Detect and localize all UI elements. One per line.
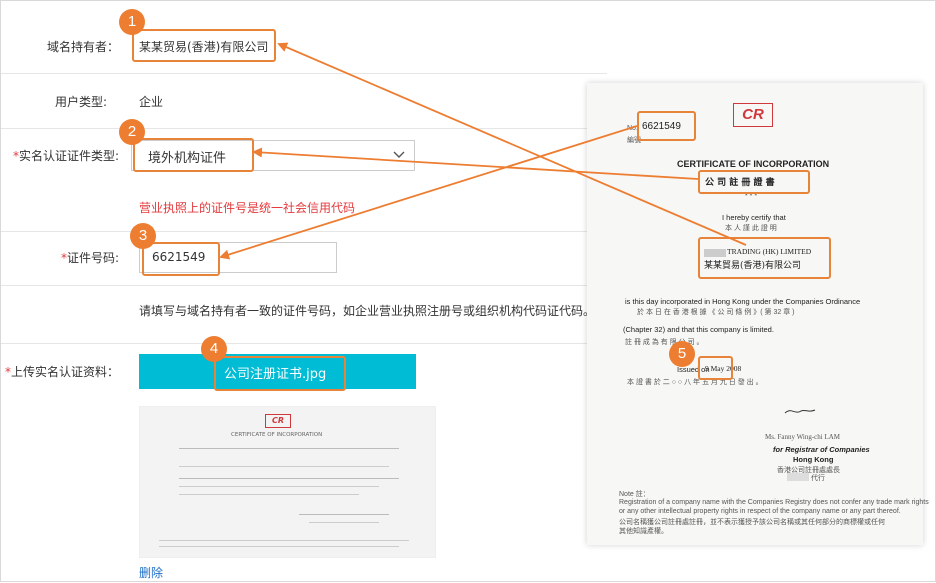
thumb-line: [179, 494, 359, 495]
cert-no-label-text: 证件号码:: [66, 251, 119, 265]
domain-realname-form: 域名持有者： 某某贸易(香港)有限公司 用户类型: 企业 *实名认证证件类型: …: [0, 0, 936, 582]
thumb-line: [309, 522, 379, 523]
highlight-cert-number: [637, 111, 696, 141]
cert-signer: Ms. Fanny Wing-chi LAM: [765, 433, 841, 441]
cert-note-en1: Registration of a company name with the …: [619, 499, 929, 506]
signature-icon: [784, 409, 816, 414]
cert-registrar-place: Hong Kong: [793, 455, 834, 464]
cert-line2-en: (Chapter 32) and that this company is li…: [623, 325, 774, 334]
redacted-block: [787, 473, 809, 481]
cert-certify-cn: 本 人 謹 此 證 明: [725, 225, 777, 232]
highlight-cert-company: [698, 237, 831, 279]
user-type-value: 企业: [139, 95, 164, 109]
cert-issued-cn: 本 證 書 於 二 ○ ○ 八 年 五 月 九 日 發 出 。: [627, 379, 763, 386]
badge-2: 2: [119, 119, 145, 145]
cert-type-label-text: 实名认证证件类型:: [18, 149, 119, 163]
highlight-upload-file: [214, 356, 346, 391]
row-divider: [1, 343, 607, 344]
row-divider: [1, 128, 607, 129]
cert-certify-en: I hereby certify that: [722, 213, 786, 222]
highlight-cert-title-cn: [698, 170, 810, 194]
thumb-title: CERTIFICATE OF INCORPORATION: [231, 432, 323, 438]
row-divider: [1, 285, 607, 286]
thumb-line: [179, 448, 399, 449]
cr-logo: CR: [733, 103, 773, 127]
highlight-cert-date: [698, 356, 733, 380]
badge-4: 4: [201, 336, 227, 362]
holder-label: 域名持有者：: [46, 40, 119, 54]
cert-registrar-en: for Registrar of Companies: [773, 445, 870, 454]
cert-no-hint: 请填写与域名持有者一致的证件号码，如企业营业执照注册号或组织机构代码证代码。: [139, 304, 596, 318]
upload-label-text: 上传实名认证资料：: [10, 365, 119, 379]
highlight-cert-type: [133, 138, 254, 172]
row-divider: [1, 231, 607, 232]
thumb-line: [159, 540, 409, 541]
highlight-cert-no: [142, 242, 220, 276]
certificate-image: CR No. 編號 6621549 CERTIFICATE OF INCORPO…: [587, 83, 929, 545]
delete-link[interactable]: 删除: [139, 564, 163, 581]
upload-label: *上传实名认证资料：: [1, 363, 119, 380]
cert-line1-cn: 於 本 日 在 香 港 根 據 《 公 司 條 例 》( 第 32 章 ): [637, 309, 795, 316]
cert-note-label: Note 註：: [619, 491, 650, 498]
thumb-line: [299, 514, 389, 515]
cert-type-label: *实名认证证件类型:: [1, 147, 119, 164]
thumb-cr-logo: CR: [265, 414, 291, 428]
chevron-down-icon: [393, 151, 405, 158]
thumb-line: [179, 478, 399, 479]
cert-note-cn2: 其他知識產權。: [619, 528, 668, 535]
highlight-holder: [132, 29, 276, 62]
upload-thumbnail: CR CERTIFICATE OF INCORPORATION: [139, 406, 436, 558]
cert-registrar-cn2: 代行: [811, 475, 825, 482]
badge-3: 3: [130, 223, 156, 249]
cert-note-en2: or any other intellectual property right…: [619, 508, 901, 515]
thumb-line: [179, 486, 379, 487]
thumb-line: [159, 546, 399, 547]
badge-1: 1: [119, 9, 145, 35]
row-divider: [1, 73, 607, 74]
badge-5: 5: [669, 341, 695, 367]
cert-no-label: *证件号码:: [1, 249, 119, 266]
user-type-label: 用户类型:: [54, 95, 107, 109]
thumb-line: [179, 466, 389, 467]
cert-title-en: CERTIFICATE OF INCORPORATION: [677, 159, 830, 169]
cert-line1-en: is this day incorporated in Hong Kong un…: [625, 297, 861, 306]
cert-stars: * * *: [745, 193, 758, 200]
cert-type-hint: 营业执照上的证件号是统一社会信用代码: [139, 201, 356, 215]
